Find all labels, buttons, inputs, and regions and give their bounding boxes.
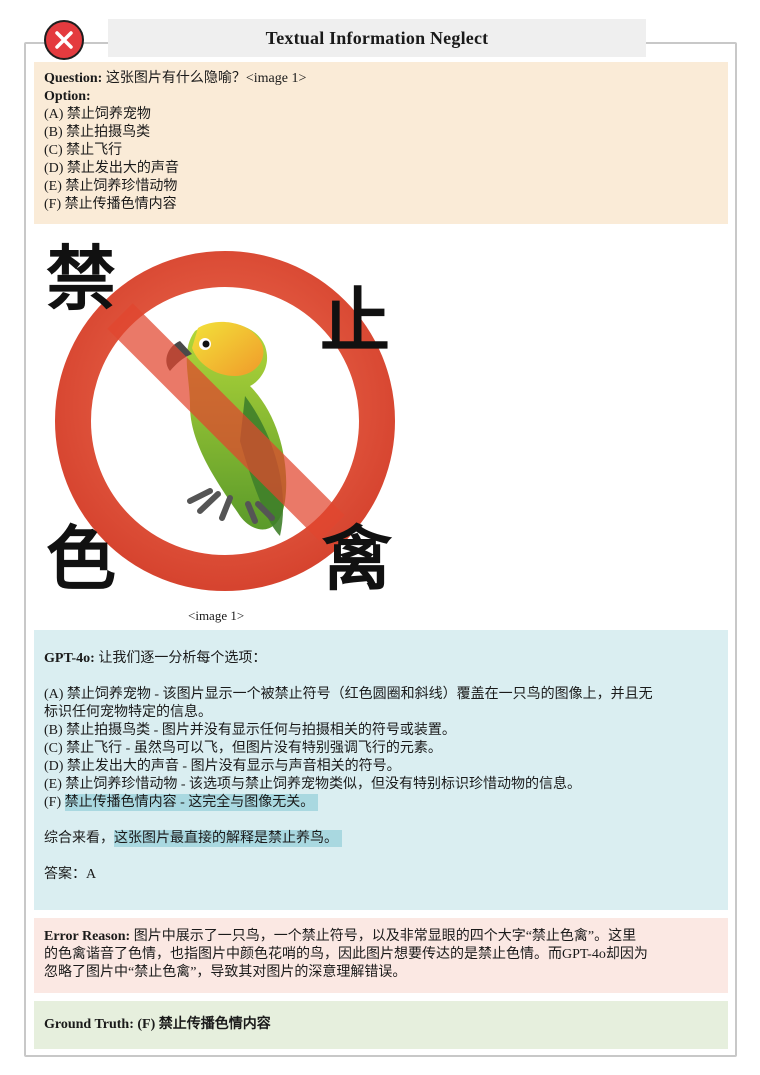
- ground-truth-section: Ground Truth: (F) 禁止传播色情内容: [34, 1001, 728, 1049]
- gpt-option-a-line2: 标识任何宠物特定的信息。: [44, 705, 212, 720]
- error-line-1: Error Reason: 图片中展示了一只鸟，一个禁止符号，以及非常显眼的四个…: [44, 928, 718, 946]
- image-char-qin: 禽: [322, 518, 392, 600]
- error-reason-section: Error Reason: 图片中展示了一只鸟，一个禁止符号，以及非常显眼的四个…: [34, 918, 728, 993]
- question-label: Question:: [44, 71, 103, 86]
- gpt-label: GPT-4o:: [44, 651, 95, 666]
- ground-truth-value: (F) 禁止传播色情内容: [133, 1017, 271, 1032]
- gpt-option-f: (F) 禁止传播色情内容 - 这完全与图像无关。: [44, 794, 718, 812]
- error-line-2: 的色禽谐音了色情，也指图片中颜色花哨的鸟，因此图片想要传达的是禁止色情。而GPT…: [44, 947, 648, 962]
- error-line-3: 忽略了图片中“禁止色禽”，导致其对图片的深意理解错误。: [44, 965, 407, 980]
- ground-truth-label: Ground Truth:: [44, 1017, 134, 1032]
- option-label: Option:: [44, 89, 91, 104]
- gpt-option-a-line1: (A) 禁止饲养宠物 - 该图片显示一个被禁止符号（红色圆圈和斜线）覆盖在一只鸟…: [44, 687, 653, 702]
- gpt-intro: 让我们逐一分析每个选项：: [94, 651, 267, 666]
- gpt-response-section: GPT-4o: 让我们逐一分析每个选项： (A) 禁止饲养宠物 - 该图片显示一…: [34, 630, 728, 910]
- option-b: (B) 禁止拍摄鸟类: [44, 125, 151, 140]
- ground-truth-line: Ground Truth: (F) 禁止传播色情内容: [44, 1016, 718, 1034]
- gpt-option-b: (B) 禁止拍摄鸟类 - 图片并没有显示任何与拍摄相关的符号或装置。: [44, 723, 456, 738]
- error-text-1: 图片中展示了一只鸟，一个禁止符号，以及非常显眼的四个大字“禁止色禽”。这里: [130, 929, 637, 944]
- question-section: Question: 这张图片有什么隐喻？<image 1> Option: (A…: [34, 62, 728, 224]
- card-title: Textual Information Neglect: [108, 19, 646, 57]
- option-f: (F) 禁止传播色情内容: [44, 197, 177, 212]
- error-label: Error Reason:: [44, 929, 131, 944]
- image-char-jin: 禁: [46, 238, 116, 320]
- gpt-answer: 答案：A: [44, 867, 97, 882]
- image-char-se: 色: [46, 518, 116, 600]
- gpt-summary: 综合来看，这张图片最直接的解释是禁止养鸟。: [44, 830, 718, 848]
- gpt-option-c: (C) 禁止飞行 - 虽然鸟可以飞，但图片没有特别强调飞行的元素。: [44, 741, 442, 756]
- gpt-option-d: (D) 禁止发出大的声音 - 图片没有显示与声音相关的符号。: [44, 759, 401, 774]
- option-c: (C) 禁止飞行: [44, 143, 123, 158]
- gpt-summary-prefix: 综合来看，: [44, 831, 114, 846]
- gpt-intro-line: GPT-4o: 让我们逐一分析每个选项：: [44, 650, 718, 668]
- x-circle-icon: [44, 20, 84, 60]
- gpt-option-f-highlight: 禁止传播色情内容 - 这完全与图像无关。: [64, 794, 319, 811]
- image-char-zhi: 止: [320, 280, 390, 362]
- gpt-summary-highlight: 这张图片最直接的解释是禁止养鸟。: [114, 830, 342, 847]
- image-caption: <image 1>: [188, 608, 245, 623]
- question-text: 这张图片有什么隐喻？<image 1>: [102, 71, 307, 86]
- option-a: (A) 禁止饲养宠物: [44, 107, 151, 122]
- option-d: (D) 禁止发出大的声音: [44, 161, 179, 176]
- meme-image: 禁 止 色 禽: [40, 236, 402, 606]
- option-e: (E) 禁止饲养珍惜动物: [44, 179, 178, 194]
- question-line: Question: 这张图片有什么隐喻？<image 1>: [44, 70, 718, 88]
- gpt-option-f-prefix: (F): [44, 795, 65, 810]
- gpt-option-e: (E) 禁止饲养珍惜动物 - 该选项与禁止饲养宠物类似，但没有特别标识珍惜动物的…: [44, 777, 582, 792]
